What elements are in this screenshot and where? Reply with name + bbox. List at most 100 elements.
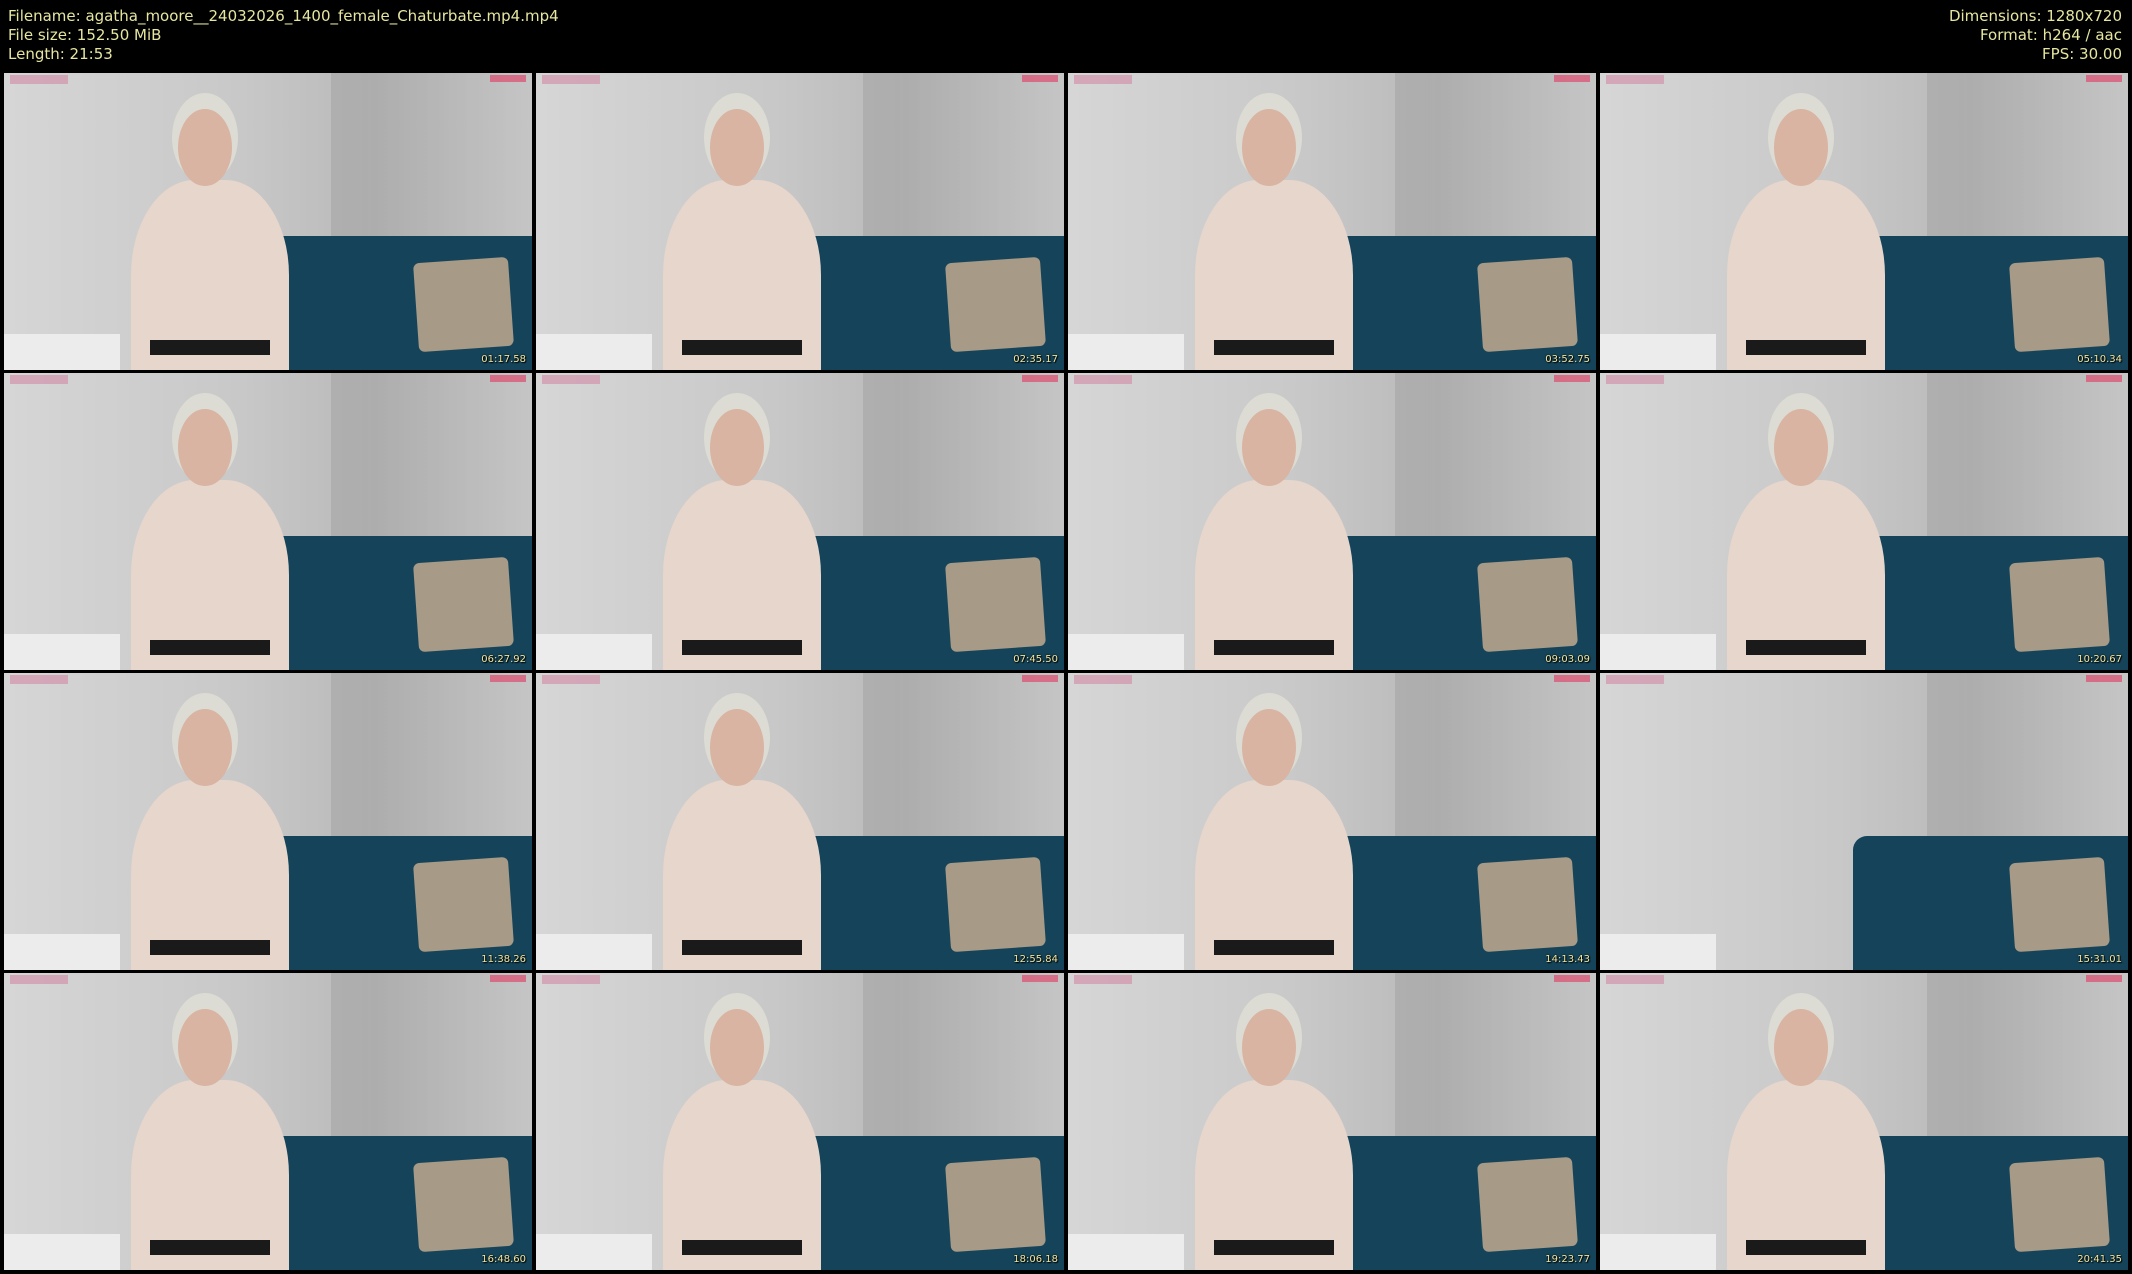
- watermark-overlay: [1554, 975, 1590, 982]
- watermark-overlay: [1022, 75, 1058, 82]
- pillow: [412, 1156, 514, 1253]
- thumbnail-10: 12:55.84: [536, 673, 1064, 970]
- fps-label: FPS: 30.00: [2042, 45, 2122, 63]
- thumbnail-timestamp: 20:41.35: [2077, 1254, 2122, 1265]
- person-belt: [681, 640, 803, 656]
- person-belt: [681, 340, 803, 356]
- person-head: [710, 108, 765, 186]
- thumbnail-2: 02:35.17: [536, 73, 1064, 370]
- person-figure: [130, 397, 290, 670]
- thumbnail-timestamp: 15:31.01: [2077, 954, 2122, 965]
- site-logo-overlay: [542, 75, 600, 84]
- pillow: [944, 1156, 1046, 1253]
- desk: [1068, 334, 1185, 370]
- person-head: [178, 1008, 233, 1086]
- thumbnail-timestamp: 12:55.84: [1013, 954, 1058, 965]
- person-belt: [1745, 1240, 1867, 1256]
- watermark-overlay: [1022, 375, 1058, 382]
- person-head: [178, 108, 233, 186]
- thumbnail-8: 10:20.67: [1600, 373, 2128, 670]
- pillow: [412, 556, 514, 653]
- contact-sheet-header: Filename: agatha_moore__24032026_1400_fe…: [0, 0, 2132, 72]
- thumbnail-11: 14:13.43: [1068, 673, 1596, 970]
- dimensions-label: Dimensions: 1280x720: [1948, 7, 2122, 25]
- thumbnail-4: 05:10.34: [1600, 73, 2128, 370]
- person-figure: [662, 997, 822, 1270]
- person-head: [1242, 108, 1297, 186]
- site-logo-overlay: [10, 75, 68, 84]
- thumbnail-9: 11:38.26: [4, 673, 532, 970]
- person-belt: [1213, 940, 1335, 956]
- desk: [1600, 634, 1717, 670]
- pillow: [944, 556, 1046, 653]
- person-figure: [1726, 997, 1886, 1270]
- thumbnail-13: 16:48.60: [4, 973, 532, 1270]
- watermark-overlay: [1022, 675, 1058, 682]
- person-figure: [662, 97, 822, 370]
- filename-label: Filename: agatha_moore__24032026_1400_fe…: [8, 7, 559, 25]
- person-head: [710, 1008, 765, 1086]
- watermark-overlay: [490, 75, 526, 82]
- person-belt: [1745, 640, 1867, 656]
- thumbnail-timestamp: 09:03.09: [1545, 654, 1590, 665]
- person-head: [1242, 708, 1297, 786]
- thumbnail-timestamp: 18:06.18: [1013, 1254, 1058, 1265]
- person-head: [710, 708, 765, 786]
- pillow: [2008, 256, 2110, 353]
- person-belt: [1745, 340, 1867, 356]
- desk: [1068, 934, 1185, 970]
- desk: [1600, 334, 1717, 370]
- person-belt: [681, 940, 803, 956]
- desk: [1068, 1234, 1185, 1270]
- desk: [536, 1234, 653, 1270]
- person-figure: [1726, 97, 1886, 370]
- thumbnail-6: 07:45.50: [536, 373, 1064, 670]
- person-belt: [149, 640, 271, 656]
- thumbnail-timestamp: 02:35.17: [1013, 354, 1058, 365]
- site-logo-overlay: [1074, 975, 1132, 984]
- desk: [536, 634, 653, 670]
- thumbnail-timestamp: 03:52.75: [1545, 354, 1590, 365]
- file-info: Filename: agatha_moore__24032026_1400_fe…: [8, 7, 559, 64]
- person-belt: [149, 340, 271, 356]
- thumbnail-timestamp: 14:13.43: [1545, 954, 1590, 965]
- pillow: [2008, 556, 2110, 653]
- filesize-label: File size: 152.50 MiB: [8, 26, 162, 44]
- desk: [1068, 634, 1185, 670]
- person-belt: [149, 1240, 271, 1256]
- site-logo-overlay: [542, 375, 600, 384]
- site-logo-overlay: [1074, 375, 1132, 384]
- desk: [4, 334, 121, 370]
- pillow: [412, 856, 514, 953]
- thumbnail-1: 01:17.58: [4, 73, 532, 370]
- thumbnail-timestamp: 10:20.67: [2077, 654, 2122, 665]
- person-figure: [130, 97, 290, 370]
- watermark-overlay: [490, 375, 526, 382]
- site-logo-overlay: [1606, 75, 1664, 84]
- pillow: [1476, 856, 1578, 953]
- pillow: [944, 256, 1046, 353]
- person-figure: [1194, 397, 1354, 670]
- watermark-overlay: [490, 975, 526, 982]
- site-logo-overlay: [542, 975, 600, 984]
- desk: [4, 934, 121, 970]
- site-logo-overlay: [1606, 375, 1664, 384]
- person-belt: [1213, 1240, 1335, 1256]
- thumbnail-7: 09:03.09: [1068, 373, 1596, 670]
- watermark-overlay: [490, 675, 526, 682]
- pillow: [1476, 1156, 1578, 1253]
- watermark-overlay: [2086, 375, 2122, 382]
- thumbnail-grid: 01:17.58 02:35.17 03:52.75 05:10.34 06:2…: [4, 73, 2128, 1271]
- thumbnail-timestamp: 01:17.58: [481, 354, 526, 365]
- person-head: [1774, 1008, 1829, 1086]
- thumbnail-12: 15:31.01: [1600, 673, 2128, 970]
- pillow: [2008, 1156, 2110, 1253]
- person-head: [1774, 408, 1829, 486]
- thumbnail-timestamp: 19:23.77: [1545, 1254, 1590, 1265]
- watermark-overlay: [1554, 375, 1590, 382]
- person-figure: [130, 997, 290, 1270]
- thumbnail-timestamp: 16:48.60: [481, 1254, 526, 1265]
- person-belt: [149, 940, 271, 956]
- person-belt: [681, 1240, 803, 1256]
- watermark-overlay: [1554, 675, 1590, 682]
